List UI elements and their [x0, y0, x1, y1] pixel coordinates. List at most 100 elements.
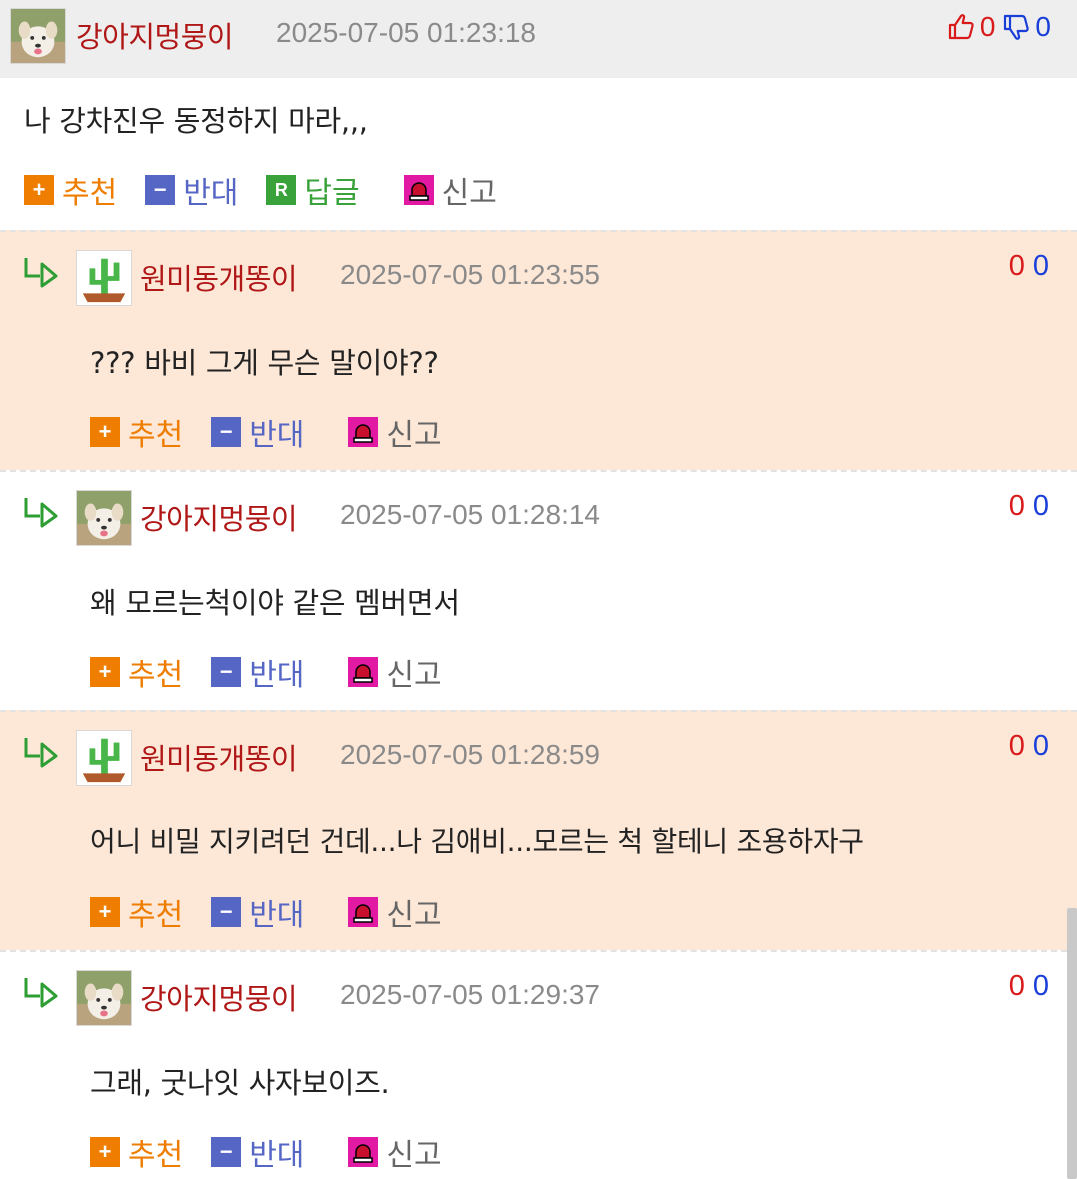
reply-vote-counts: 00 [1009, 490, 1049, 523]
report-button[interactable]: 신고 [348, 410, 442, 454]
reply-arrow-icon [22, 254, 60, 288]
oppose-label: 반대 [249, 418, 305, 453]
up-count: 0 [979, 11, 996, 42]
oppose-button[interactable]: − 반대 [211, 890, 304, 934]
report-label: 신고 [386, 658, 442, 693]
recommend-button[interactable]: + 추천 [90, 410, 183, 454]
report-button[interactable]: 신고 [348, 1130, 442, 1174]
cactus-avatar-icon[interactable] [76, 730, 132, 786]
comment-text: 나 강차진우 동정하지 마라,,, [24, 104, 368, 138]
oppose-label: 반대 [249, 898, 305, 933]
reply-arrow-icon [22, 494, 60, 528]
minus-icon: − [145, 175, 176, 205]
oppose-label: 반대 [249, 1138, 305, 1173]
reply-text: ??? 바비 그게 무슨 말이야?? [90, 346, 439, 380]
recommend-label: 추천 [62, 176, 118, 211]
puppy-avatar-icon[interactable] [76, 490, 132, 546]
cactus-avatar-icon[interactable] [76, 250, 132, 306]
siren-icon [348, 897, 379, 927]
recommend-label: 추천 [128, 898, 184, 933]
reply-text: 왜 모르는척이야 같은 멤버면서 [90, 586, 460, 620]
report-button[interactable]: 신고 [348, 890, 442, 934]
recommend-button[interactable]: + 추천 [24, 168, 117, 212]
down-count: 0 [1032, 970, 1049, 1002]
scrollbar[interactable] [1067, 908, 1077, 1179]
reply-date: 2025-07-05 01:23:55 [340, 259, 600, 290]
recommend-button[interactable]: + 추천 [90, 890, 183, 934]
reply-date: 2025-07-05 01:28:59 [340, 739, 600, 770]
recommend-button[interactable]: + 추천 [90, 650, 183, 694]
minus-icon: − [211, 417, 242, 447]
reply-date: 2025-07-05 01:29:37 [340, 979, 600, 1010]
down-count: 0 [1035, 11, 1051, 42]
reply-actions: + 추천 − 반대 신고 [90, 650, 470, 694]
reply-item: 강아지멍뭉이 2025-07-05 01:29:37 00 그래, 굿나잇 사자… [0, 950, 1077, 1179]
minus-icon: − [211, 1137, 242, 1167]
reply-actions: + 추천 − 반대 신고 [90, 1130, 470, 1174]
reply-item: 강아지멍뭉이 2025-07-05 01:28:14 00 왜 모르는척이야 같… [0, 470, 1077, 710]
recommend-button[interactable]: + 추천 [90, 1130, 183, 1174]
reply-button[interactable]: R 답글 [266, 168, 360, 212]
reply-actions: + 추천 − 반대 신고 [90, 410, 470, 454]
comment-header: 강아지멍뭉이 2025-07-05 01:23:18 0 0 [0, 0, 1077, 78]
reply-item: 원미동개똥이 2025-07-05 01:23:55 00 ??? 바비 그게 … [0, 230, 1077, 470]
reply-date: 2025-07-05 01:28:14 [340, 499, 600, 530]
recommend-label: 추천 [128, 1138, 184, 1173]
comment-date: 2025-07-05 01:23:18 [276, 17, 536, 48]
reply-author[interactable]: 원미동개똥이 [140, 736, 298, 778]
up-count: 0 [1008, 970, 1025, 1002]
puppy-avatar-icon[interactable] [10, 8, 66, 64]
oppose-button[interactable]: − 반대 [211, 1130, 304, 1174]
plus-icon: + [24, 175, 54, 205]
siren-icon [348, 417, 379, 447]
reply-author[interactable]: 원미동개똥이 [140, 256, 298, 298]
reply-actions: + 추천 − 반대 신고 [90, 890, 470, 934]
thumbs-down-icon[interactable] [1001, 12, 1031, 42]
reply-text: 어니 비밀 지키려던 건데...나 김애비...모르는 척 할테니 조용하자구 [90, 825, 864, 858]
comment-author[interactable]: 강아지멍뭉이 [76, 14, 234, 56]
plus-icon: + [90, 417, 120, 447]
report-label: 신고 [386, 898, 442, 933]
up-count: 0 [1008, 490, 1025, 522]
siren-icon [403, 175, 434, 205]
reply-vote-counts: 00 [1009, 730, 1049, 763]
report-button[interactable]: 신고 [348, 650, 442, 694]
reply-r-icon: R [266, 175, 297, 205]
puppy-avatar-icon[interactable] [76, 970, 132, 1026]
thumbs-up-icon[interactable] [946, 12, 976, 42]
oppose-label: 반대 [183, 176, 239, 211]
report-label: 신고 [441, 176, 497, 211]
minus-icon: − [211, 897, 242, 927]
reply-vote-counts: 00 [1009, 250, 1049, 283]
oppose-button[interactable]: − 반대 [211, 650, 304, 694]
plus-icon: + [90, 897, 120, 927]
reply-author[interactable]: 강아지멍뭉이 [140, 976, 298, 1018]
report-label: 신고 [386, 1138, 442, 1173]
siren-icon [348, 1137, 379, 1167]
down-count: 0 [1032, 250, 1049, 282]
reply-arrow-icon [22, 734, 60, 768]
reply-label: 답글 [304, 176, 360, 211]
up-count: 0 [1008, 250, 1025, 282]
down-count: 0 [1032, 490, 1049, 522]
down-count: 0 [1032, 730, 1049, 762]
oppose-button[interactable]: − 반대 [145, 168, 238, 212]
plus-icon: + [90, 1137, 120, 1167]
minus-icon: − [211, 657, 242, 687]
plus-icon: + [90, 657, 120, 687]
oppose-label: 반대 [249, 658, 305, 693]
report-label: 신고 [386, 418, 442, 453]
report-button[interactable]: 신고 [403, 168, 497, 212]
reply-item: 원미동개똥이 2025-07-05 01:28:59 00 어니 비밀 지키려던… [0, 710, 1077, 950]
comment-thread: 강아지멍뭉이 2025-07-05 01:23:18 0 0 나 강차진우 동정… [0, 0, 1077, 1179]
reply-arrow-icon [22, 974, 60, 1008]
reply-vote-counts: 00 [1009, 970, 1049, 1003]
comment-actions: + 추천 − 반대 R 답글 신고 [24, 168, 525, 212]
vote-counter: 0 0 [946, 10, 1051, 44]
up-count: 0 [1008, 730, 1025, 762]
oppose-button[interactable]: − 반대 [211, 410, 304, 454]
recommend-label: 추천 [128, 418, 184, 453]
reply-author[interactable]: 강아지멍뭉이 [140, 496, 298, 538]
siren-icon [348, 657, 379, 687]
recommend-label: 추천 [128, 658, 184, 693]
